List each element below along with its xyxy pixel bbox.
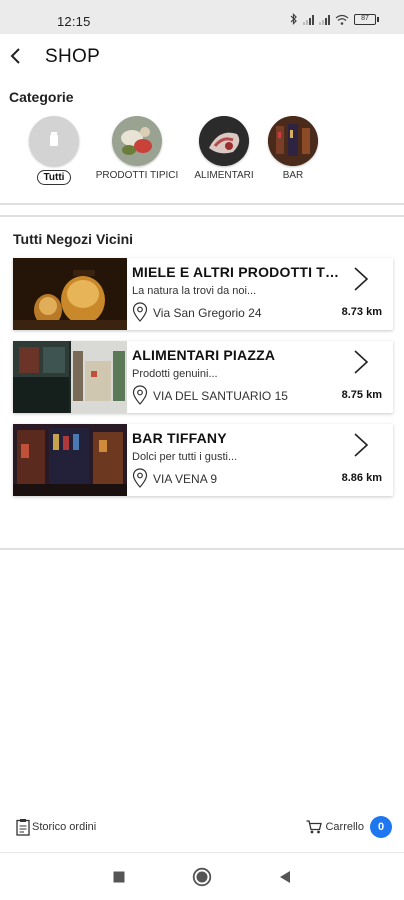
shop-image xyxy=(13,341,127,413)
shop-card[interactable]: ALIMENTARI PIAZZA Prodotti genuini... VI… xyxy=(13,341,393,413)
app-header: SHOP xyxy=(0,34,404,80)
back-arrow-icon xyxy=(10,48,20,64)
signal-icon xyxy=(319,14,330,25)
location-pin-icon xyxy=(132,385,148,405)
order-history-label: Storico ordini xyxy=(32,821,97,833)
page-title: SHOP xyxy=(45,46,101,67)
category-prodotti-tipici[interactable]: PRODOTTI TIPICI xyxy=(95,116,179,181)
shop-description: La natura la trovi da noi... xyxy=(132,285,257,297)
recents-button[interactable] xyxy=(109,867,129,887)
shop-distance: 8.75 km xyxy=(341,389,382,401)
category-prodotti-tipici-image xyxy=(112,116,162,166)
bottom-actions: Storico ordini Carrello 0 xyxy=(0,812,404,848)
shops-title: Tutti Negozi Vicini xyxy=(13,231,134,247)
category-label: BAR xyxy=(282,170,304,181)
shop-name: MIELE E ALTRI PRODOTTI TIPICI xyxy=(132,264,342,280)
cart-count-badge: 0 xyxy=(370,816,392,838)
status-bar: 12:15 87 xyxy=(0,0,404,34)
shop-card[interactable]: MIELE E ALTRI PRODOTTI TIPICI La natura … xyxy=(13,258,393,330)
back-button[interactable] xyxy=(4,44,28,68)
location-pin-icon xyxy=(132,302,148,322)
category-label: Tutti xyxy=(36,170,72,185)
location-pin-icon xyxy=(132,468,148,488)
category-alimentari[interactable]: ALIMENTARI xyxy=(191,116,257,181)
category-all-icon xyxy=(29,116,79,166)
cart-button[interactable]: Carrello 0 xyxy=(306,816,392,838)
cart-icon xyxy=(306,820,323,834)
system-nav-bar xyxy=(0,852,404,900)
category-list: Tutti PRODOTTI TIPICI ALIMENTARI BAR xyxy=(0,116,404,196)
shop-address: VIA DEL SANTUARIO 15 xyxy=(153,389,288,403)
home-button[interactable] xyxy=(192,867,212,887)
cart-label: Carrello xyxy=(325,821,364,833)
shop-name: BAR TIFFANY xyxy=(132,430,227,446)
back-nav-button[interactable] xyxy=(275,867,295,887)
category-bar-image xyxy=(268,116,318,166)
wifi-icon xyxy=(335,14,349,25)
shop-description: Dolci per tutti i gusti... xyxy=(132,451,238,463)
clipboard-icon xyxy=(16,819,30,836)
bluetooth-icon xyxy=(290,13,297,25)
chevron-right-icon xyxy=(354,433,369,457)
section-divider xyxy=(0,548,404,550)
category-label: ALIMENTARI xyxy=(194,170,254,181)
category-bar[interactable]: BAR xyxy=(268,116,318,181)
shop-distance: 8.73 km xyxy=(341,306,382,318)
shop-description: Prodotti genuini... xyxy=(132,368,218,380)
section-divider xyxy=(0,215,404,217)
shop-address: VIA VENA 9 xyxy=(153,472,218,486)
categories-label: Categorie xyxy=(9,89,74,105)
shop-name: ALIMENTARI PIAZZA xyxy=(132,347,276,363)
status-time: 12:15 xyxy=(57,14,91,29)
category-all[interactable]: Tutti xyxy=(29,116,79,185)
order-history-button[interactable]: Storico ordini xyxy=(16,818,96,836)
chevron-right-icon xyxy=(354,267,369,291)
shop-address: Via San Gregorio 24 xyxy=(153,306,262,320)
shop-card[interactable]: BAR TIFFANY Dolci per tutti i gusti... V… xyxy=(13,424,393,496)
status-icons: 87 xyxy=(290,11,379,27)
category-label: PRODOTTI TIPICI xyxy=(95,170,179,181)
triangle-back-icon xyxy=(280,871,290,883)
chevron-right-icon xyxy=(354,350,369,374)
section-divider xyxy=(0,203,404,205)
circle-icon xyxy=(192,867,212,887)
category-alimentari-image xyxy=(199,116,249,166)
signal-icon xyxy=(303,14,314,25)
shop-image xyxy=(13,258,127,330)
battery-icon: 87 xyxy=(354,13,379,25)
shop-distance: 8.86 km xyxy=(341,472,382,484)
square-icon xyxy=(113,871,125,883)
shop-image xyxy=(13,424,127,496)
